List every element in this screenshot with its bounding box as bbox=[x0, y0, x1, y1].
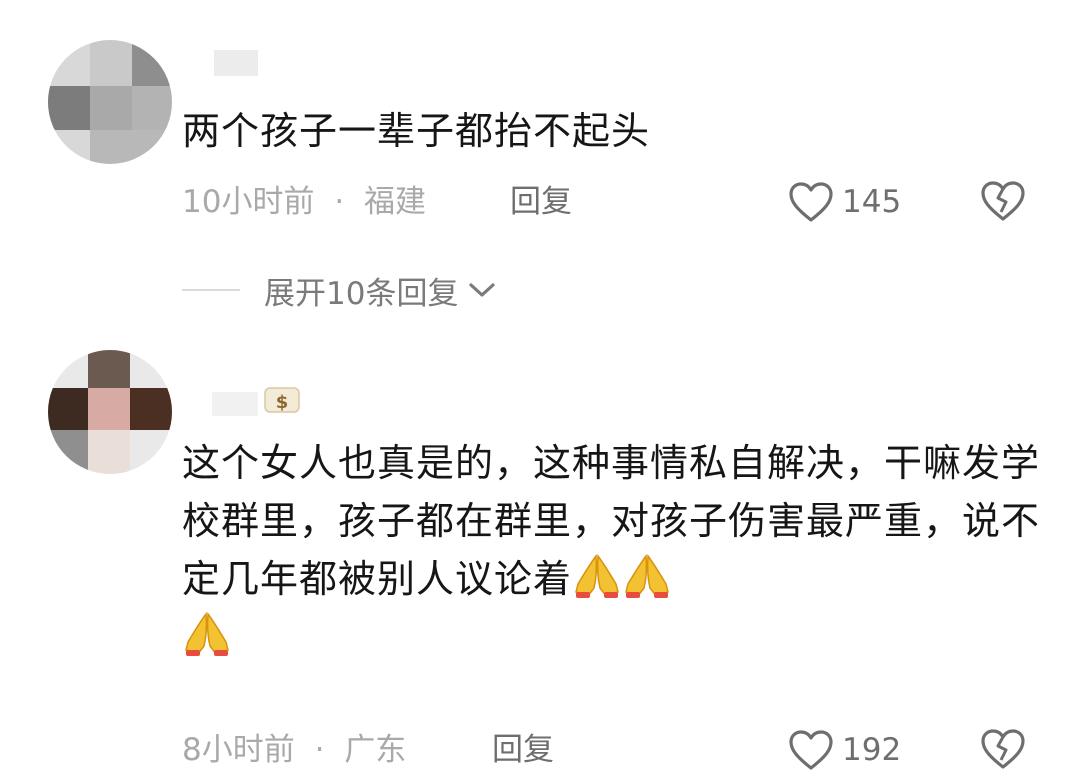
comment-time: 10小时前 bbox=[182, 184, 315, 220]
divider bbox=[182, 289, 240, 291]
reply-button[interactable]: 回复 bbox=[492, 728, 554, 772]
comment-meta: 8小时前 · 广东 bbox=[182, 728, 406, 772]
comment-meta: 10小时前 · 福建 bbox=[182, 180, 426, 224]
dislike-button[interactable] bbox=[980, 728, 1026, 772]
like-button[interactable]: 192 bbox=[788, 728, 901, 772]
broken-heart-icon bbox=[981, 181, 1025, 221]
like-button[interactable]: 145 bbox=[788, 180, 901, 224]
expand-replies-label: 展开10条回复 bbox=[264, 275, 459, 312]
folded-hands-icon bbox=[185, 611, 229, 656]
meta-separator: · bbox=[334, 184, 345, 220]
folded-hands-icon bbox=[575, 553, 619, 598]
meta-separator: · bbox=[314, 732, 325, 768]
comment-text: 两个孩子一辈子都抬不起头 bbox=[182, 109, 651, 153]
heart-icon bbox=[789, 182, 833, 222]
comment-location: 广东 bbox=[344, 732, 407, 768]
money-bag-icon: $ bbox=[264, 387, 300, 413]
like-count: 145 bbox=[842, 184, 902, 220]
folded-hands-icon bbox=[625, 553, 669, 598]
dislike-button[interactable] bbox=[980, 180, 1026, 224]
comment-location: 福建 bbox=[364, 184, 427, 220]
username[interactable]: $ bbox=[182, 384, 312, 418]
svg-text:$: $ bbox=[276, 392, 289, 413]
reply-button[interactable]: 回复 bbox=[510, 180, 572, 224]
like-count: 192 bbox=[842, 732, 902, 768]
avatar[interactable] bbox=[48, 40, 172, 164]
username[interactable] bbox=[182, 44, 262, 78]
chevron-down-icon bbox=[469, 283, 496, 297]
comment-time: 8小时前 bbox=[182, 732, 295, 768]
comment-text: 这个女人也真是的，这种事情私自解决，干嘛发学校群里，孩子都在群里，对孩子伤害最严… bbox=[182, 434, 1042, 666]
heart-icon bbox=[789, 730, 833, 770]
expand-replies-button[interactable]: 展开10条回复 bbox=[182, 268, 498, 312]
avatar[interactable] bbox=[48, 350, 172, 474]
